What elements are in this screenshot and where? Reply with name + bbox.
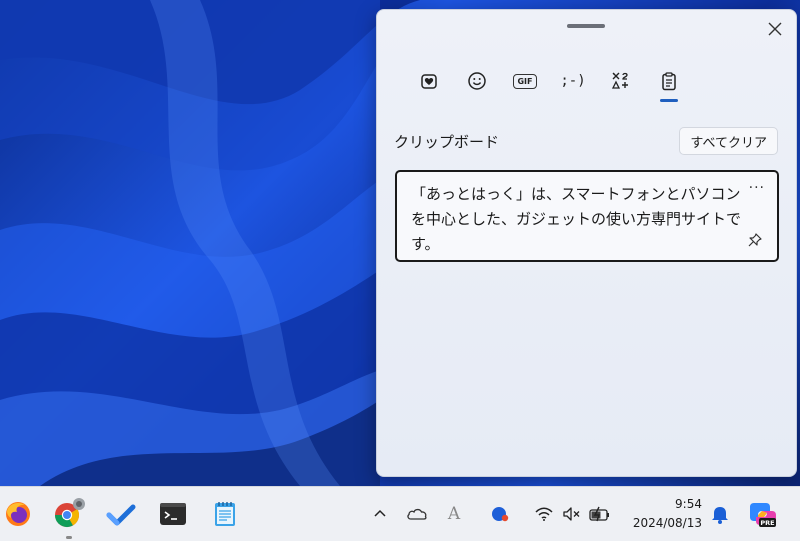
volume-status[interactable] — [561, 503, 583, 525]
terminal-icon — [160, 503, 186, 525]
emoji-clipboard-panel: GIF ;-) クリップボード すべてクリア 「あっとはっく」は、スマートフォン… — [376, 9, 797, 477]
clock-time: 9:54 — [675, 497, 702, 511]
clipboard-item[interactable]: 「あっとはっく」は、スマートフォンとパソコンを中心とした、ガジェットの使い方専門… — [395, 170, 779, 262]
chevron-up-icon — [374, 509, 386, 517]
taskbar-terminal[interactable] — [156, 497, 190, 531]
tab-emoji[interactable] — [453, 66, 501, 96]
kaomoji-icon: ;-) — [560, 73, 586, 89]
app-tray-icon[interactable] — [489, 503, 511, 525]
close-icon — [768, 22, 782, 36]
copilot-button[interactable]: PRE — [748, 499, 778, 529]
show-hidden-icons-button[interactable] — [369, 503, 391, 525]
taskbar-chrome[interactable] — [52, 497, 86, 531]
pin-icon — [748, 233, 762, 247]
tab-symbols[interactable] — [597, 66, 645, 96]
clock-date: 2024/08/13 — [632, 516, 702, 530]
volume-muted-icon — [563, 507, 580, 521]
tab-favorites[interactable] — [405, 66, 453, 96]
todo-checkmark-icon — [106, 504, 136, 526]
onedrive-tray[interactable] — [406, 503, 428, 525]
ime-font-tray[interactable]: A — [443, 503, 465, 525]
clipboard-section-title: クリップボード — [394, 133, 500, 151]
close-button[interactable] — [764, 18, 786, 40]
chrome-icon — [54, 498, 85, 528]
chrome-running-indicator — [66, 536, 72, 539]
font-a-icon: A — [447, 504, 461, 524]
symbols-icon — [611, 72, 628, 89]
smiley-icon — [468, 72, 486, 90]
notepad-icon — [215, 502, 235, 526]
svg-text:PRE: PRE — [760, 519, 774, 527]
notifications-button[interactable] — [709, 503, 731, 525]
taskbar-todo[interactable] — [104, 497, 138, 531]
clipboard-item-text: 「あっとはっく」は、スマートフォンとパソコンを中心とした、ガジェットの使い方専門… — [411, 185, 742, 253]
tab-gif[interactable]: GIF — [501, 66, 549, 96]
copilot-pre-icon: PRE — [750, 503, 776, 527]
firefox-icon — [6, 502, 30, 526]
heart-icon — [421, 74, 437, 89]
taskbar: A 9:54 2024/08/13 PRE — [0, 486, 800, 541]
taskbar-clock[interactable]: 9:54 2024/08/13 — [633, 495, 702, 533]
clipboard-icon — [662, 72, 676, 91]
battery-status[interactable] — [589, 503, 611, 525]
more-options-button[interactable]: ··· — [749, 180, 765, 196]
bell-icon — [712, 507, 728, 524]
panel-drag-handle[interactable] — [567, 24, 605, 28]
clear-all-button[interactable]: すべてクリア — [679, 127, 778, 155]
wifi-icon — [535, 507, 553, 521]
battery-charging-icon — [589, 506, 609, 522]
panel-tabs: GIF ;-) — [405, 66, 693, 106]
cloud-icon — [407, 508, 427, 520]
tab-clipboard[interactable] — [645, 66, 693, 102]
wifi-status[interactable] — [533, 503, 555, 525]
blue-circle-app-icon — [492, 507, 509, 522]
taskbar-firefox[interactable] — [1, 497, 35, 531]
tab-kaomoji[interactable]: ;-) — [549, 66, 597, 96]
taskbar-notepad[interactable] — [208, 497, 242, 531]
gif-icon: GIF — [513, 73, 537, 89]
pin-button[interactable] — [747, 232, 763, 248]
